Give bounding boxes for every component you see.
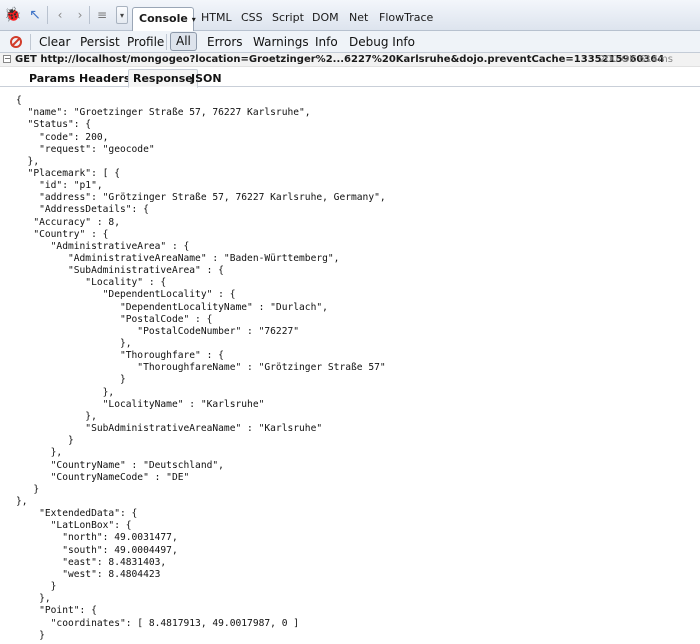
response-line: "address": "Grötzinger Straße 57, 76227 … bbox=[16, 192, 386, 204]
filter-info-button[interactable]: Info bbox=[315, 34, 338, 50]
response-line: "east": 8.4831403, bbox=[16, 556, 167, 568]
profile-button[interactable]: Profile bbox=[127, 34, 164, 50]
response-line: "id": "p1", bbox=[16, 180, 103, 191]
response-line: }, bbox=[16, 593, 51, 605]
filter-warnings-button[interactable]: Warnings bbox=[253, 34, 309, 50]
clear-button[interactable]: Clear bbox=[39, 34, 70, 50]
back-icon[interactable]: ‹ bbox=[51, 6, 69, 24]
request-row[interactable]: − GET http://localhost/mongogeo?location… bbox=[0, 53, 700, 67]
toolbar-divider bbox=[166, 34, 167, 50]
response-line: "AdministrativeAreaName" : "Baden-Württe… bbox=[16, 253, 340, 264]
response-body: { "name": "Groetzinger Straße 57, 76227 … bbox=[0, 88, 700, 644]
response-line: }, bbox=[16, 386, 115, 398]
response-line: "PostalCode" : { bbox=[16, 313, 213, 325]
tab-css[interactable]: CSS bbox=[241, 7, 263, 29]
request-status: 200 OK 614ms bbox=[599, 54, 673, 65]
response-line: } bbox=[16, 483, 40, 495]
response-line: "south": 49.0004497, bbox=[16, 544, 178, 556]
response-line: "PostalCodeNumber" : "76227" bbox=[16, 325, 300, 337]
response-line: } bbox=[16, 629, 45, 641]
response-line: } bbox=[16, 374, 126, 386]
response-line: "LocalityName" : "Karlsruhe" bbox=[16, 398, 265, 410]
response-line: "LatLonBox": { bbox=[16, 520, 132, 532]
chevron-down-icon[interactable]: ▾ bbox=[116, 6, 128, 24]
response-line: "SubAdministrativeAreaName" : "Karlsruhe… bbox=[16, 423, 323, 435]
request-subtabs: Params Headers Response JSON bbox=[0, 68, 700, 88]
tab-json[interactable]: JSON bbox=[191, 70, 222, 87]
filter-debug-info-button[interactable]: Debug Info bbox=[349, 34, 415, 50]
request-url[interactable]: GET http://localhost/mongogeo?location=G… bbox=[15, 53, 664, 67]
list-icon[interactable]: ≡ bbox=[93, 6, 111, 24]
response-line: { bbox=[16, 95, 22, 106]
response-line: "Country" : { bbox=[16, 228, 109, 240]
response-line: "Status": { bbox=[16, 119, 92, 131]
response-line: }, bbox=[16, 155, 40, 167]
response-line: "AdministrativeArea" : { bbox=[16, 240, 190, 252]
response-line: "Accuracy" : 8, bbox=[16, 216, 120, 228]
response-line: "code": 200, bbox=[16, 131, 109, 143]
inspect-icon[interactable]: ↖ bbox=[26, 6, 44, 24]
response-line: }, bbox=[16, 447, 63, 459]
response-line: "CountryName" : "Deutschland", bbox=[16, 459, 224, 471]
response-line: "Placemark": [ { bbox=[16, 167, 120, 179]
tab-script[interactable]: Script bbox=[272, 7, 304, 29]
collapse-icon[interactable]: − bbox=[3, 55, 11, 63]
tab-console-label: Console bbox=[139, 12, 188, 25]
firebug-toolbar: 🐞 ↖ ‹ › ≡ ▾ Console ▾ HTML CSS Script DOM… bbox=[0, 0, 700, 31]
persist-button[interactable]: Persist bbox=[80, 34, 120, 50]
response-line: "DependentLocalityName" : "Durlach", bbox=[16, 301, 328, 313]
response-line: "north": 49.0031477, bbox=[16, 532, 178, 544]
chevron-down-icon: ▾ bbox=[191, 15, 196, 24]
toolbar-divider bbox=[47, 6, 48, 24]
tab-response[interactable]: Response bbox=[128, 69, 198, 88]
response-line: }, bbox=[16, 338, 132, 349]
response-line: "SubAdministrativeArea" : { bbox=[16, 265, 224, 277]
tab-headers[interactable]: Headers bbox=[79, 70, 130, 87]
firebug-icon[interactable]: 🐞 bbox=[4, 6, 22, 24]
response-line: "coordinates": [ 8.4817913, 49.0017987, … bbox=[16, 617, 300, 629]
response-line: "name": "Groetzinger Straße 57, 76227 Ka… bbox=[16, 107, 311, 119]
response-line: "west": 8.4804423 bbox=[16, 568, 161, 580]
response-line: "ThoroughfareName" : "Grötzinger Straße … bbox=[16, 362, 386, 374]
response-line: } bbox=[16, 581, 57, 592]
tab-net[interactable]: Net bbox=[349, 7, 368, 29]
tab-html[interactable]: HTML bbox=[201, 7, 232, 29]
filter-all-button[interactable]: All bbox=[170, 32, 197, 51]
tab-params[interactable]: Params bbox=[29, 70, 75, 87]
response-line: "ExtendedData": { bbox=[16, 508, 138, 520]
tab-console[interactable]: Console ▾ bbox=[132, 7, 196, 31]
response-line: "CountryNameCode" : "DE" bbox=[16, 471, 190, 483]
clear-console-icon[interactable] bbox=[8, 34, 24, 50]
console-toolbar: Clear Persist Profile All Errors Warning… bbox=[0, 31, 700, 53]
forward-icon[interactable]: › bbox=[71, 6, 89, 24]
tab-dom[interactable]: DOM bbox=[312, 7, 339, 29]
response-line: } bbox=[16, 435, 74, 447]
response-line: "DependentLocality" : { bbox=[16, 289, 236, 301]
response-line: "Point": { bbox=[16, 605, 97, 617]
response-line: "request": "geocode" bbox=[16, 143, 155, 155]
filter-errors-button[interactable]: Errors bbox=[207, 34, 243, 50]
response-line: }, bbox=[16, 410, 97, 422]
response-line: "Locality" : { bbox=[16, 277, 167, 289]
toolbar-divider bbox=[30, 34, 31, 50]
toolbar-divider bbox=[89, 6, 90, 24]
response-line: }, bbox=[16, 495, 28, 507]
response-line: "Thoroughfare" : { bbox=[16, 350, 224, 362]
response-line: "AddressDetails": { bbox=[16, 204, 149, 216]
tab-flowtrace[interactable]: FlowTrace bbox=[379, 7, 433, 29]
